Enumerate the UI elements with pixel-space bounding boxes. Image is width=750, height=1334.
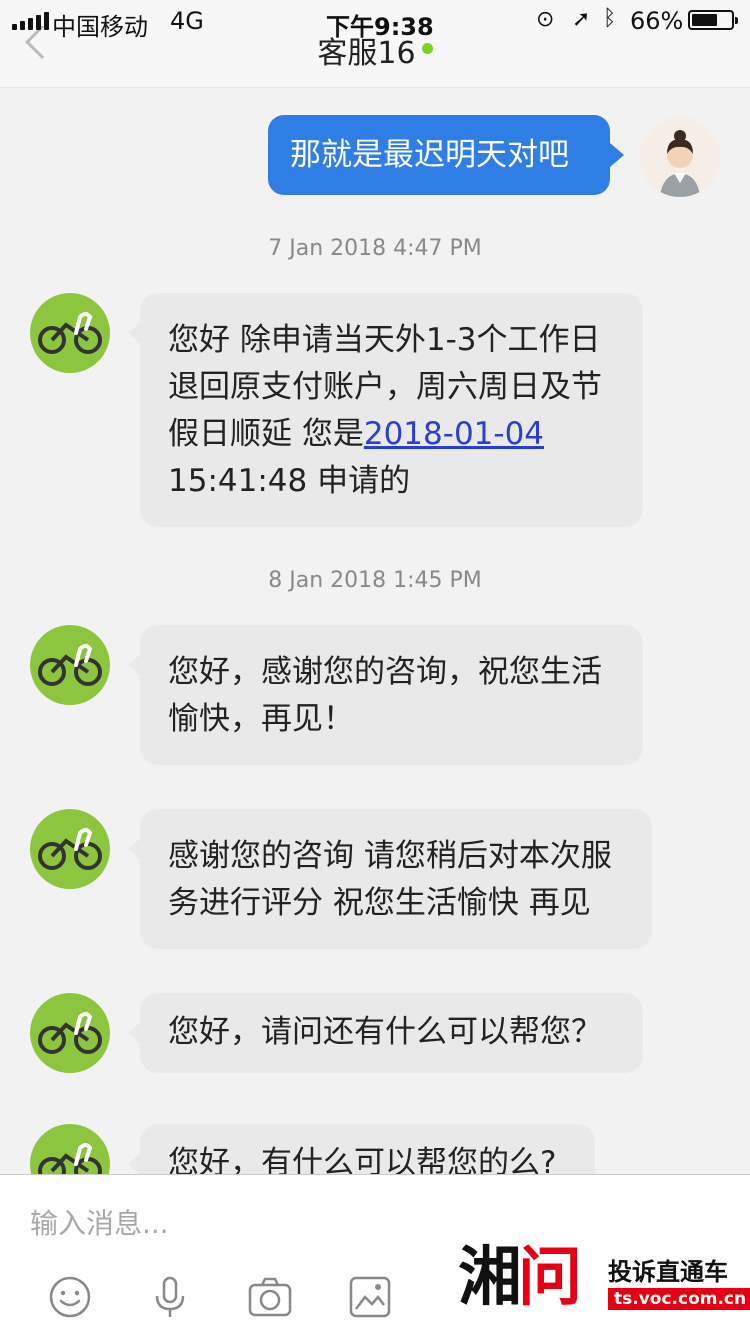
battery-level-fill	[692, 14, 718, 26]
agent-avatar[interactable]	[30, 1124, 110, 1174]
chat-message-list[interactable]: 那就是最迟明天对吧 7 Jan 2018 4:47 PM 您好 除申请当天外1-…	[0, 88, 750, 1174]
rotation-lock-icon: ⊙	[536, 7, 555, 32]
image-icon[interactable]	[348, 1275, 392, 1319]
battery-icon	[688, 10, 738, 30]
agent-avatar[interactable]	[30, 809, 110, 889]
user-avatar[interactable]	[640, 117, 720, 197]
carrier-name: 中国移动	[52, 13, 148, 41]
bicycle-icon	[38, 828, 102, 870]
message-line: 务进行评分 祝您生活愉快 再见	[168, 885, 591, 921]
bluetooth-icon: ᛒ	[603, 6, 617, 31]
incoming-message[interactable]: 您好，感谢您的咨询，祝您生活 愉快，再见！	[128, 625, 643, 765]
bicycle-icon	[38, 1143, 102, 1174]
message-line: 您好 除申请当天外1-3个工作日	[168, 322, 601, 358]
message-line: 您好，感谢您的咨询，祝您生活	[168, 654, 602, 690]
agent-avatar[interactable]	[30, 293, 110, 373]
battery-percent: 66%	[630, 7, 684, 35]
message-line: 15:41:48 申请的	[168, 463, 411, 499]
incoming-message[interactable]: 您好 除申请当天外1-3个工作日 退回原支付账户，周六周日及节 假日顺延 您是2…	[128, 293, 643, 527]
message-text: 假日顺延 您是	[168, 416, 364, 452]
incoming-message[interactable]: 您好，请问还有什么可以帮您？	[128, 993, 643, 1073]
watermark-logo: 湘问	[458, 1240, 582, 1315]
message-line: 感谢您的咨询 请您稍后对本次服	[168, 838, 612, 874]
microphone-icon[interactable]	[148, 1275, 192, 1319]
bicycle-icon	[38, 312, 102, 354]
network-type: 4G	[170, 7, 204, 35]
watermark-title: 投诉直通车	[608, 1258, 728, 1286]
agent-avatar[interactable]	[30, 993, 110, 1073]
signal-strength-icon	[12, 12, 49, 30]
status-bar: 中国移动 4G 下午9:38 ⊙ ➚ ᛒ 66%	[0, 0, 750, 41]
emoji-icon[interactable]	[48, 1275, 92, 1319]
message-line: 假日顺延 您是2018-01-04	[168, 411, 621, 458]
user-avatar-icon	[640, 117, 720, 197]
agent-avatar[interactable]	[30, 625, 110, 705]
message-input[interactable]	[30, 1203, 470, 1243]
message-line: 退回原支付账户，周六周日及节	[168, 369, 602, 405]
outgoing-message[interactable]: 那就是最迟明天对吧	[268, 115, 624, 195]
message-line: 愉快，再见！	[168, 701, 354, 737]
bicycle-icon	[38, 644, 102, 686]
location-arrow-icon: ➚	[572, 7, 591, 32]
online-status-dot	[421, 43, 433, 54]
incoming-message[interactable]: 您好，有什么可以帮您的么?	[128, 1124, 595, 1174]
clock: 下午9:38	[326, 13, 434, 41]
message-line: 您好，请问还有什么可以帮您？	[168, 1014, 602, 1050]
incoming-message[interactable]: 感谢您的咨询 请您稍后对本次服 务进行评分 祝您生活愉快 再见	[128, 809, 652, 949]
timestamp: 8 Jan 2018 1:45 PM	[268, 568, 482, 593]
message-line: 您好，有什么可以帮您的么?	[168, 1145, 557, 1174]
date-link[interactable]: 2018-01-04	[364, 416, 544, 452]
watermark-url: ts.voc.com.cn	[608, 1288, 750, 1310]
timestamp: 7 Jan 2018 4:47 PM	[268, 236, 482, 261]
camera-icon[interactable]	[248, 1275, 292, 1319]
watermark: 湘问 投诉直通车 ts.voc.com.cn	[458, 1238, 750, 1334]
bicycle-icon	[38, 1012, 102, 1054]
